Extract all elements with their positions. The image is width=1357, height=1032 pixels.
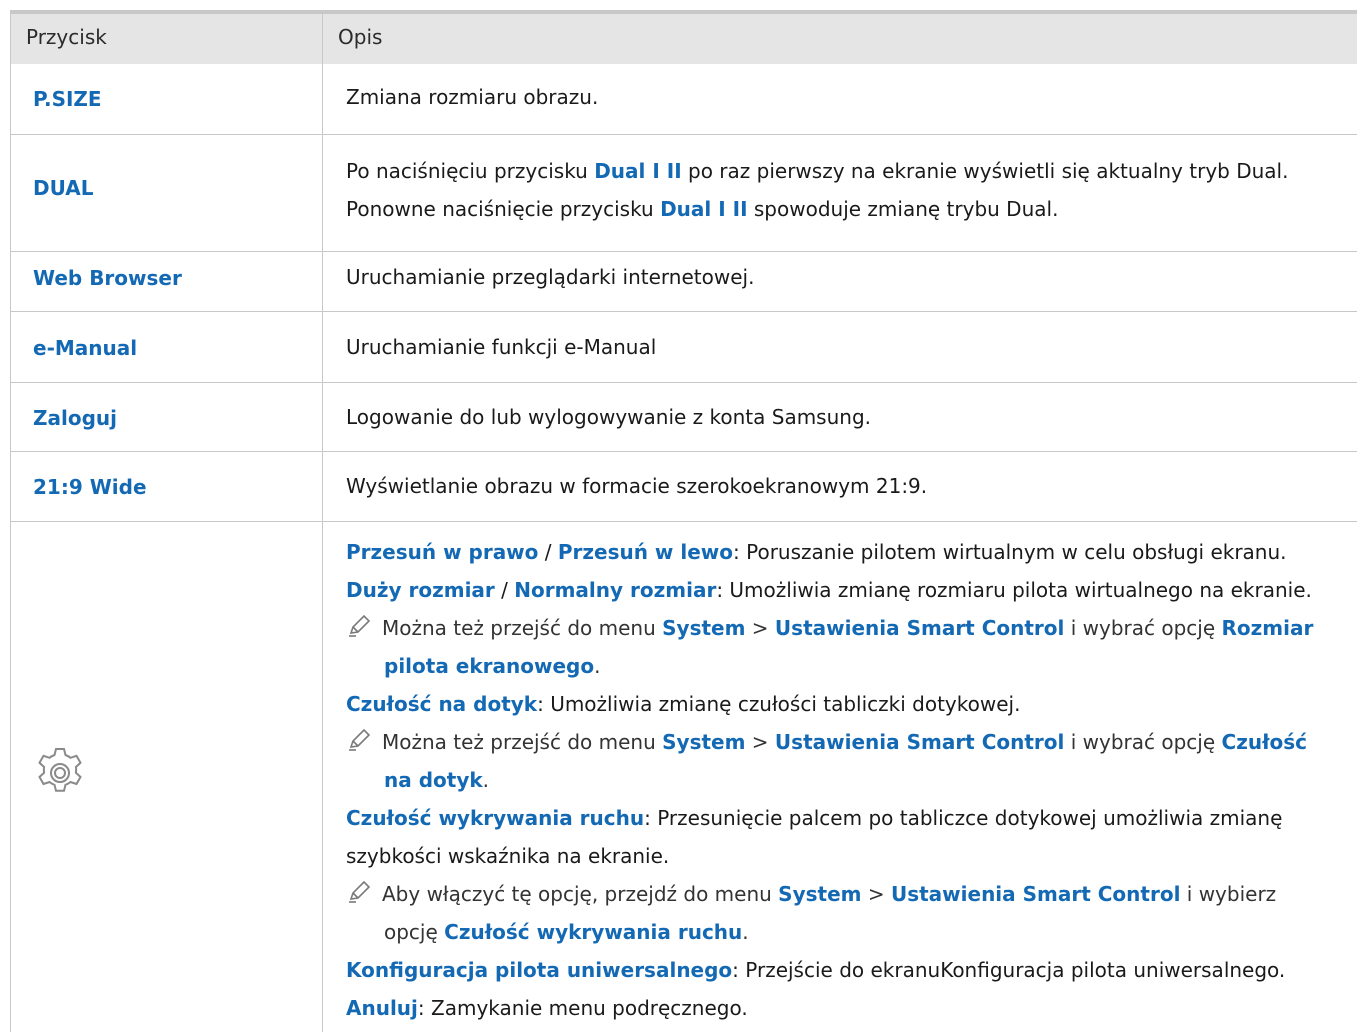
button-name-zaloguj: Zaloguj xyxy=(33,406,118,430)
description-dual: Po naciśnięciu przycisku Dual I II po ra… xyxy=(346,159,1289,221)
function-table: Przycisk Opis P.SIZE Zmiana rozmiaru obr… xyxy=(10,10,1357,1032)
header-description-column: Opis xyxy=(338,25,383,49)
pencil-note-icon xyxy=(349,728,371,751)
column-divider xyxy=(322,14,323,1032)
description-psize: Zmiana rozmiaru obrazu. xyxy=(346,85,599,109)
description-zaloguj: Logowanie do lub wylogowywanie z konta S… xyxy=(346,405,872,429)
button-name-dual: DUAL xyxy=(33,176,94,200)
button-name-emanual: e-Manual xyxy=(33,336,138,360)
description-settings: Przesuń w prawo / Przesuń w lewo: Porusz… xyxy=(346,540,1314,1020)
header-button-column: Przycisk xyxy=(26,25,107,49)
description-21-9-wide: Wyświetlanie obrazu w formacie szerokoek… xyxy=(346,474,928,498)
description-web-browser: Uruchamianie przeglądarki internetowej. xyxy=(346,265,755,289)
button-name-web-browser: Web Browser xyxy=(33,266,182,290)
button-name-21-9-wide: 21:9 Wide xyxy=(33,475,147,499)
description-emanual: Uruchamianie funkcji e-Manual xyxy=(346,335,657,359)
pencil-note-icon xyxy=(349,880,371,903)
gear-icon xyxy=(38,748,82,792)
table-header: Przycisk Opis xyxy=(10,14,1357,64)
button-name-psize: P.SIZE xyxy=(33,87,102,111)
pencil-note-icon xyxy=(349,614,371,637)
